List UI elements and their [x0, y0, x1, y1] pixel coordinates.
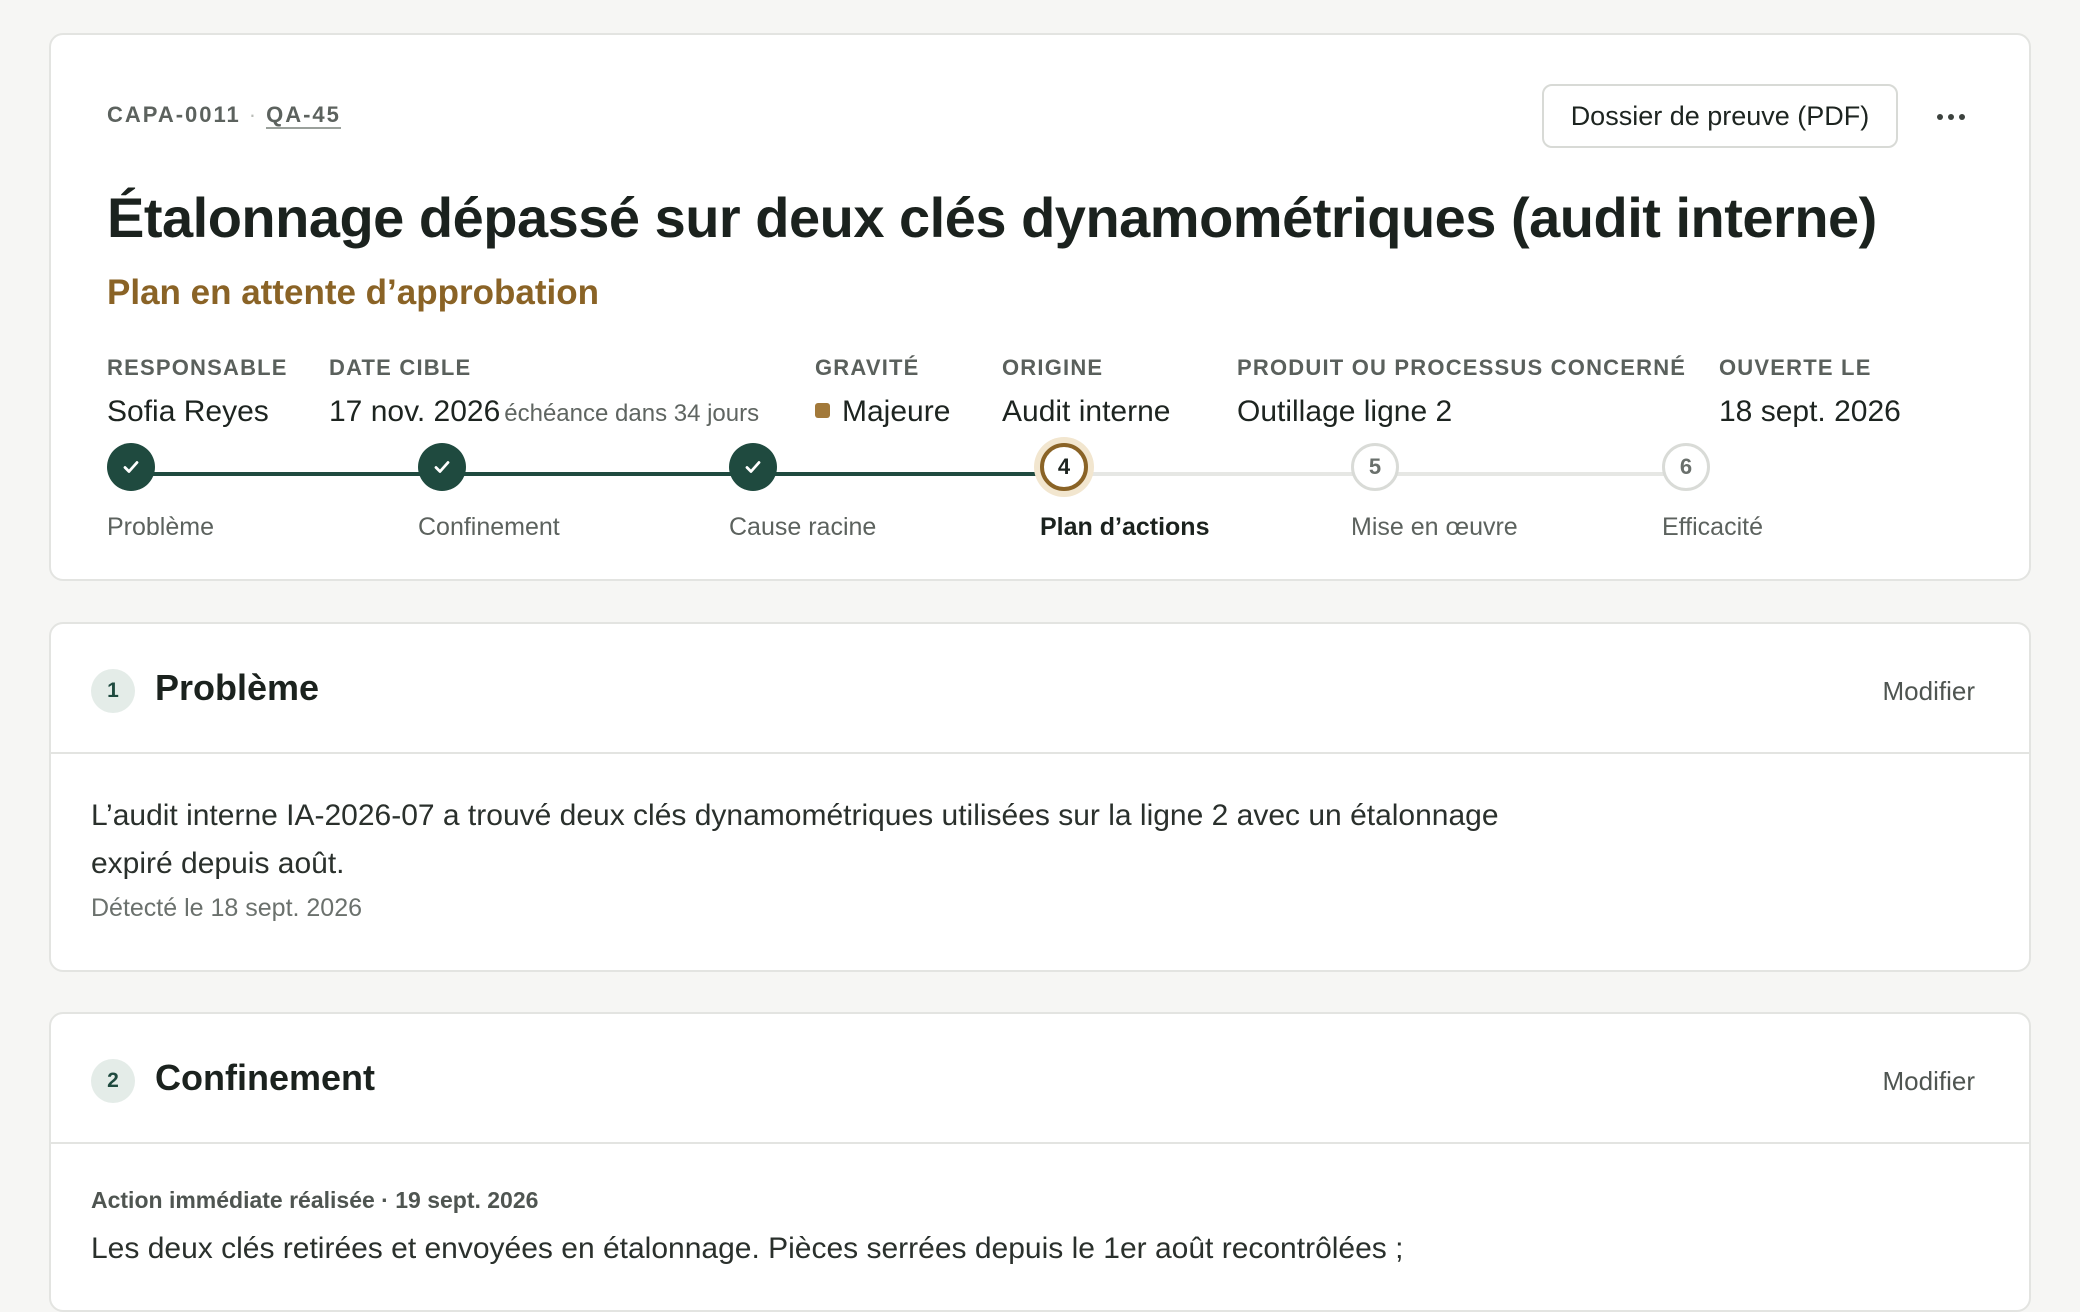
meta-value: Outillage ligne 2 — [1237, 395, 1453, 428]
section-header: 2 Confinement Modifier — [51, 1014, 2029, 1144]
status-text: Plan en attente d’approbation — [107, 273, 599, 312]
meta-owner: RESPONSABLE Sofia Reyes — [107, 355, 288, 429]
problem-description: L’audit interne IA-2026-07 a trouvé deux… — [91, 799, 1499, 880]
stepper-step[interactable]: Problème — [107, 443, 214, 542]
section-title: Problème — [155, 667, 320, 708]
meta-label: PRODUIT OU PROCESSUS CONCERNÉ — [1237, 355, 1687, 380]
meta-label: OUVERTE LE — [1719, 355, 1872, 380]
step-label: Cause racine — [729, 513, 877, 541]
qa-reference-link[interactable]: QA-45 — [266, 102, 341, 129]
containment-action-meta: Action immédiate réalisée · 19 sept. 202… — [91, 1187, 539, 1213]
id-separator: · — [248, 102, 259, 127]
section-number: 2 — [91, 1059, 135, 1103]
check-icon — [418, 443, 466, 491]
meta-opened: OUVERTE LE 18 sept. 2026 — [1719, 355, 1901, 429]
stepper-step[interactable]: 5 Mise en œuvre — [1351, 443, 1518, 542]
stepper-step[interactable]: Cause racine — [729, 443, 876, 542]
evidence-pdf-button[interactable]: Dossier de preuve (PDF) — [1542, 84, 1898, 148]
detected-date: Détecté le 18 sept. 2026 — [91, 894, 363, 922]
target-date-value: 17 nov. 2026 — [329, 395, 501, 428]
meta-value: Audit interne — [1002, 395, 1171, 428]
check-icon — [107, 443, 155, 491]
step-number: 5 — [1351, 443, 1399, 491]
edit-containment-link[interactable]: Modifier — [1883, 1066, 1975, 1097]
capa-header-card: CAPA-0011 · QA-45 Dossier de preuve (PDF) … — [49, 33, 2031, 581]
stepper-step[interactable]: 6 Efficacité — [1662, 443, 1763, 542]
due-note: échéance dans 34 jours — [504, 400, 760, 427]
step-label: Plan d’actions — [1040, 513, 1210, 541]
step-label: Problème — [107, 513, 214, 541]
page-title: Étalonnage dépassé sur deux clés dynamom… — [107, 186, 1877, 249]
step-label: Confinement — [418, 513, 560, 541]
capa-id: CAPA-0011 — [107, 102, 241, 127]
progress-stepper: Problème Confinement Cause racine 4 Plan d’a… — [107, 443, 1907, 573]
check-icon — [729, 443, 777, 491]
stepper-step[interactable]: Confinement — [418, 443, 560, 542]
meta-value: Sofia Reyes — [107, 395, 269, 428]
meta-origin: ORIGINE Audit interne — [1002, 355, 1170, 429]
step-label: Efficacité — [1662, 513, 1763, 541]
edit-problem-link[interactable]: Modifier — [1883, 676, 1975, 707]
meta-value: 18 sept. 2026 — [1719, 395, 1901, 428]
section-problem: 1 Problème Modifier L’audit interne IA-2… — [49, 622, 2031, 972]
more-options-icon[interactable] — [1929, 95, 1973, 139]
meta-label: GRAVITÉ — [815, 355, 920, 380]
section-number: 1 — [91, 669, 135, 713]
meta-label: DATE CIBLE — [329, 355, 472, 380]
severity-indicator-icon — [815, 403, 830, 418]
record-identifiers: CAPA-0011 · QA-45 — [107, 102, 341, 129]
stepper-step[interactable]: 4 Plan d’actions — [1040, 443, 1209, 542]
section-containment: 2 Confinement Modifier Action immédiate … — [49, 1012, 2031, 1312]
section-title: Confinement — [155, 1057, 375, 1098]
meta-value: Majeure — [815, 395, 950, 429]
meta-product: PRODUIT OU PROCESSUS CONCERNÉ Outillage … — [1237, 355, 1686, 429]
section-header: 1 Problème Modifier — [51, 624, 2029, 754]
meta-target-date: DATE CIBLE 17 nov. 2026 échéance dans 34 … — [329, 355, 759, 429]
step-number: 4 — [1040, 443, 1088, 491]
meta-label: RESPONSABLE — [107, 355, 288, 380]
step-label: Mise en œuvre — [1351, 513, 1518, 541]
meta-value: 17 nov. 2026 échéance dans 34 jours — [329, 395, 759, 429]
meta-severity: GRAVITÉ Majeure — [815, 355, 950, 429]
containment-action-text: Les deux clés retirées et envoyées en ét… — [91, 1232, 1404, 1265]
meta-label: ORIGINE — [1002, 355, 1104, 380]
severity-value: Majeure — [842, 395, 951, 428]
step-number: 6 — [1662, 443, 1710, 491]
